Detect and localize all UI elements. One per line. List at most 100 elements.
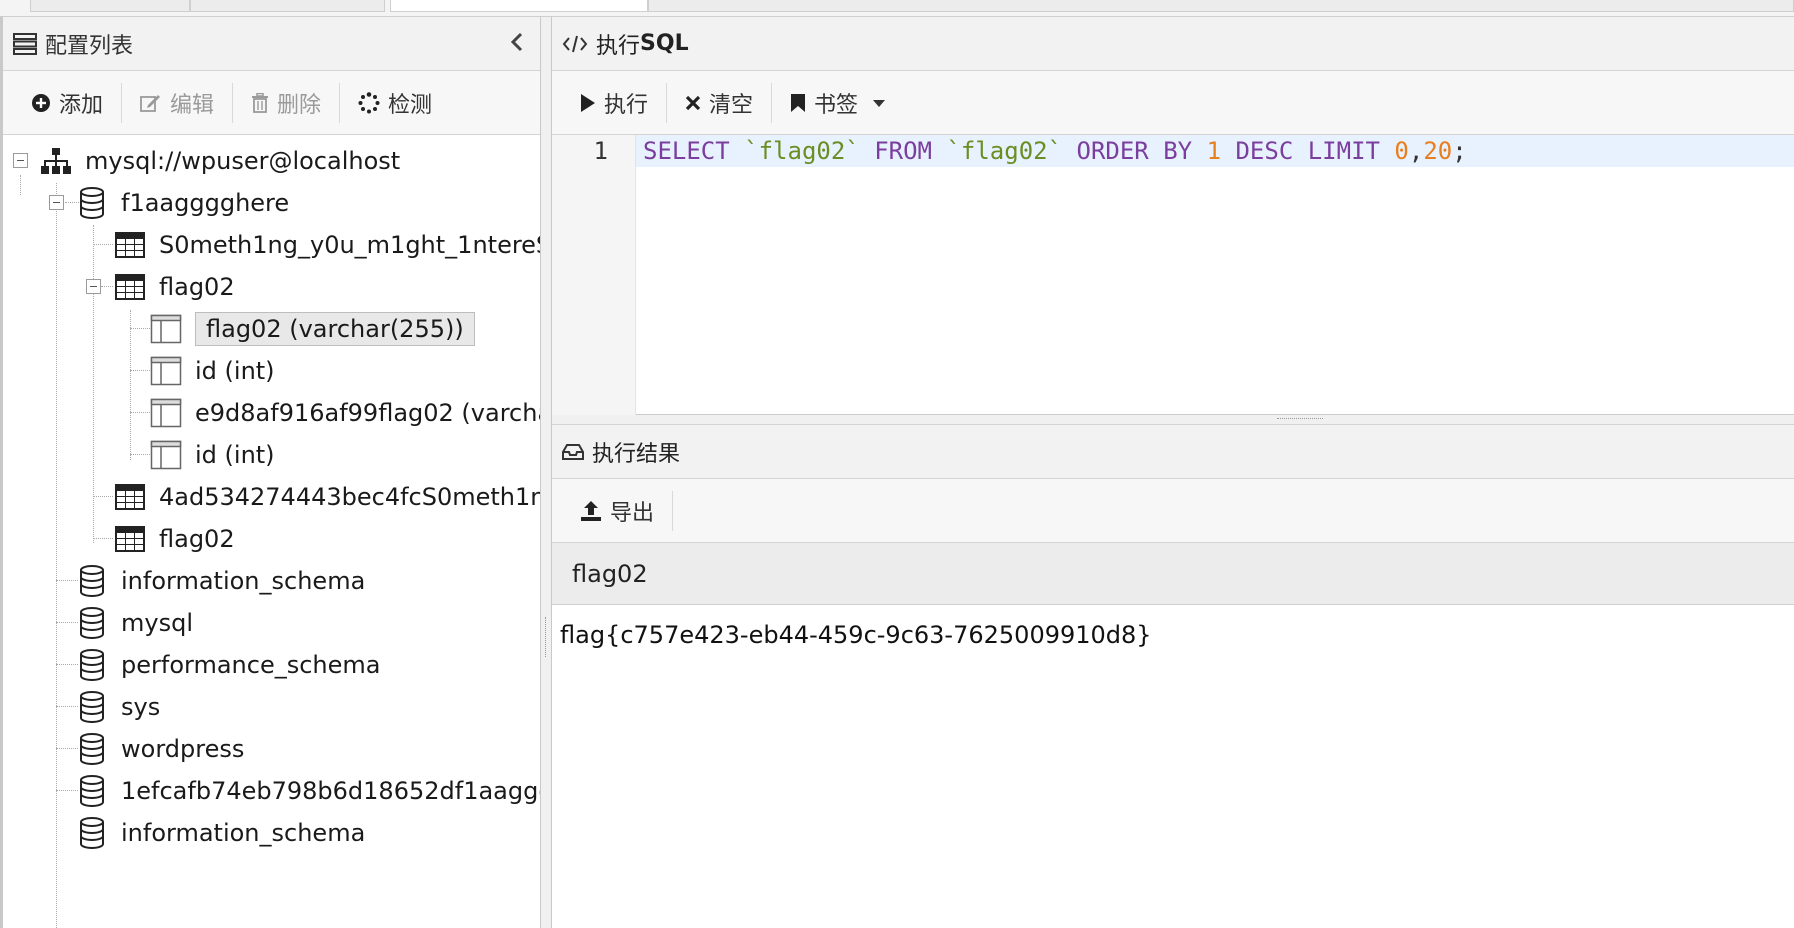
tree-node-database[interactable]: f1aagggghere	[75, 179, 289, 227]
tree-node-column[interactable]: e9d8af916af99flag02 (varchar	[149, 389, 541, 437]
line-number: 1	[593, 137, 608, 165]
sql-identifier-token: `flag02`	[744, 137, 860, 165]
sql-punct-token	[1221, 137, 1235, 165]
sql-punct-token	[730, 137, 744, 165]
tree-connector	[130, 370, 150, 371]
table-icon	[113, 480, 147, 514]
tree-node-table[interactable]: flag02	[113, 515, 235, 563]
check-label: 检测	[388, 92, 433, 118]
result-panel-header: 执行结果	[552, 425, 1794, 479]
top-tab[interactable]	[190, 0, 385, 12]
tree-connector	[93, 538, 113, 539]
column-label-selected: flag02 (varchar(255))	[195, 312, 475, 346]
editor-resizer[interactable]	[552, 415, 1794, 425]
check-button[interactable]: 检测	[340, 83, 450, 123]
panel-splitter[interactable]	[541, 17, 552, 928]
sql-punct-token	[860, 137, 874, 165]
server-list-icon	[13, 32, 37, 55]
table-label: 4ad534274443bec4fcS0meth1ng_	[159, 483, 541, 511]
database-label: mysql	[121, 609, 193, 637]
column-icon	[149, 354, 183, 388]
database-icon	[75, 732, 109, 766]
sql-keyword-token: BY	[1163, 137, 1193, 165]
result-cell[interactable]: flag{c757e423-eb44-459c-9c63-7625009910d…	[560, 617, 1794, 653]
tree-node-table[interactable]: S0meth1ng_y0u_m1ght_1ntereS	[113, 221, 541, 269]
collapse-toggle[interactable]	[13, 153, 28, 168]
tree-node-database[interactable]: mysql	[75, 599, 193, 647]
sql-keyword-token: LIMIT	[1307, 137, 1380, 165]
tree-node-database[interactable]: performance_schema	[75, 641, 380, 689]
sql-number-token: 1	[1206, 137, 1222, 165]
sql-toolbar: 执行 清空 书签	[552, 71, 1794, 135]
sql-punct-token	[1293, 137, 1307, 165]
tree-node-database[interactable]: information_schema	[75, 809, 365, 857]
column-icon	[149, 438, 183, 472]
tree-node-table[interactable]: flag02	[113, 263, 235, 311]
database-tree: mysql://wpuser@localhost f1aagggghere S0…	[3, 135, 540, 928]
upload-icon	[580, 500, 602, 522]
tree-node-database[interactable]: wordpress	[75, 725, 244, 773]
sql-panel-header: 执行 SQL	[552, 17, 1794, 71]
database-label: performance_schema	[121, 651, 381, 679]
editor-gutter	[552, 135, 636, 415]
delete-label: 删除	[277, 92, 322, 118]
top-tab-active[interactable]	[390, 0, 648, 12]
delete-button[interactable]: 删除	[233, 83, 339, 123]
splitter-grip	[545, 617, 547, 657]
bookmark-dropdown[interactable]: 书签	[772, 83, 904, 123]
database-icon	[75, 606, 109, 640]
database-label: wordpress	[121, 735, 245, 763]
tree-node-database[interactable]: sys	[75, 683, 160, 731]
config-list-panel: 配置列表 添加 编辑 删除 检测 mysql://wpuser@localhos…	[0, 17, 541, 928]
inbox-icon	[562, 443, 584, 461]
tree-node-column[interactable]: flag02 (varchar(255))	[149, 305, 475, 353]
collapse-toggle[interactable]	[49, 195, 64, 210]
column-label: id (int)	[195, 357, 275, 385]
result-toolbar: 导出	[552, 479, 1794, 543]
tree-connector	[101, 286, 113, 287]
collapse-panel-icon[interactable]	[510, 31, 524, 59]
table-label: flag02	[159, 525, 235, 553]
tree-node-connection[interactable]: mysql://wpuser@localhost	[39, 137, 400, 185]
spinner-icon	[358, 91, 380, 114]
result-column-header[interactable]: flag02	[552, 543, 1794, 605]
sql-code[interactable]: SELECT `flag02` FROM `flag02` ORDER BY 1…	[643, 135, 1467, 167]
clear-button[interactable]: 清空	[667, 83, 771, 123]
config-toolbar: 添加 编辑 删除 检测	[3, 71, 540, 135]
config-list-header: 配置列表	[3, 17, 540, 71]
top-tab[interactable]	[30, 0, 190, 12]
tree-node-database[interactable]: 1efcafb74eb798b6d18652df1aagggg	[75, 767, 540, 815]
collapse-toggle[interactable]	[86, 279, 101, 294]
export-label: 导出	[610, 500, 655, 526]
tree-connector	[93, 496, 113, 497]
database-icon	[75, 816, 109, 850]
sql-punct-token: ,	[1408, 137, 1424, 165]
tree-node-column[interactable]: id (int)	[149, 347, 275, 395]
edit-label: 编辑	[170, 92, 215, 118]
tree-node-column[interactable]: id (int)	[149, 431, 275, 479]
sql-keyword-token: DESC	[1235, 137, 1294, 165]
sql-keyword-token: FROM	[874, 137, 932, 165]
tree-node-table[interactable]: 4ad534274443bec4fcS0meth1ng_	[113, 473, 541, 521]
table-label: S0meth1ng_y0u_m1ght_1ntereS	[159, 231, 541, 259]
tree-connector	[130, 310, 131, 460]
sql-panel-title-bold: SQL	[640, 31, 689, 56]
code-icon	[562, 34, 588, 54]
database-label: information_schema	[121, 819, 366, 847]
tree-connector	[130, 328, 150, 329]
export-button[interactable]: 导出	[562, 491, 672, 531]
table-icon	[113, 270, 147, 304]
edit-button[interactable]: 编辑	[122, 83, 232, 123]
column-label: e9d8af916af99flag02 (varchar	[195, 399, 541, 427]
top-tab[interactable]	[648, 0, 1794, 12]
sql-editor[interactable]: 1 SELECT `flag02` FROM `flag02` ORDER BY…	[552, 135, 1794, 415]
add-button[interactable]: 添加	[13, 83, 121, 123]
sql-punct-token	[932, 137, 946, 165]
caret-down-icon	[872, 98, 886, 108]
trash-icon	[251, 92, 269, 113]
run-button[interactable]: 执行	[562, 83, 666, 123]
sql-punct-token: ;	[1452, 137, 1467, 165]
result-rows: flag{c757e423-eb44-459c-9c63-7625009910d…	[552, 605, 1794, 653]
table-label: flag02	[159, 273, 235, 301]
tree-node-database[interactable]: information_schema	[75, 557, 365, 605]
